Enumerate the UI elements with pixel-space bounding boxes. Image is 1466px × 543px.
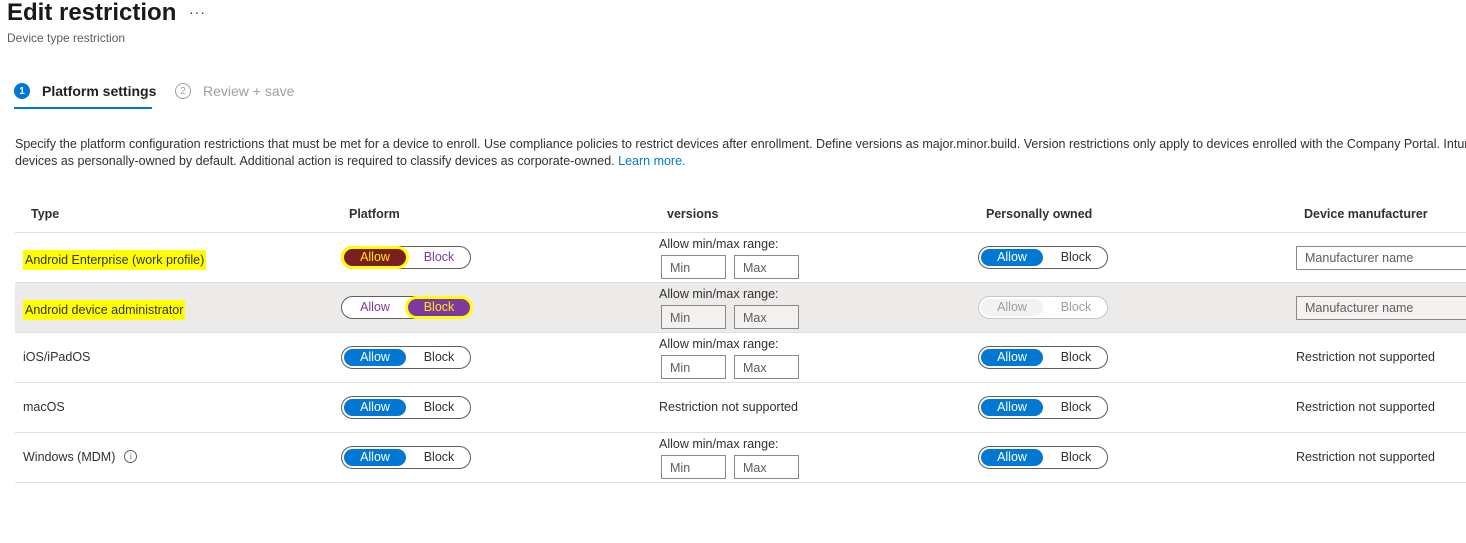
min-version-input[interactable]: Min xyxy=(661,355,726,379)
manufacturer-not-supported: Restriction not supported xyxy=(1296,450,1435,464)
platform-allow-option[interactable]: Allow xyxy=(344,449,406,466)
header-personally-owned: Personally owned xyxy=(986,207,1093,221)
table-row-ios: iOS/iPadOS Allow Block Allow min/max ran… xyxy=(15,333,1466,383)
header-device-manufacturer: Device manufacturer xyxy=(1304,207,1428,221)
step-platform-settings[interactable]: 1 Platform settings xyxy=(14,83,156,99)
active-step-underline xyxy=(14,107,152,109)
description-line-2-text: devices as personally-owned by default. … xyxy=(15,154,615,168)
version-range-label: Allow min/max range: xyxy=(659,437,779,451)
personally-owned-block-option[interactable]: Block xyxy=(1045,449,1107,466)
version-range-label: Allow min/max range: xyxy=(659,237,779,251)
header-type: Type xyxy=(31,207,60,221)
header-platform: Platform xyxy=(349,207,400,221)
learn-more-link[interactable]: Learn more. xyxy=(618,154,685,168)
personally-owned-allow-option[interactable]: Allow xyxy=(981,249,1043,266)
max-version-input[interactable]: Max xyxy=(734,455,799,479)
personally-owned-toggle[interactable]: Allow Block xyxy=(978,346,1108,369)
platform-toggle[interactable]: Allow Block xyxy=(341,296,471,319)
personally-owned-toggle: Allow Block xyxy=(978,296,1108,319)
info-icon[interactable]: i xyxy=(124,450,138,464)
step-label: Platform settings xyxy=(42,83,157,99)
header-versions: versions xyxy=(667,207,719,221)
personally-owned-allow-option[interactable]: Allow xyxy=(981,399,1043,416)
personally-owned-allow-option[interactable]: Allow xyxy=(981,449,1043,466)
platform-allow-option[interactable]: Allow xyxy=(344,299,406,316)
personally-owned-block-option: Block xyxy=(1045,299,1107,316)
type-label: Android device administrator xyxy=(23,300,186,320)
type-label: Windows (MDM) xyxy=(23,450,116,464)
type-label-container: Windows (MDM) i xyxy=(23,450,138,464)
table-row-android-device-admin: Android device administrator Allow Block… xyxy=(15,283,1466,333)
type-label: iOS/iPadOS xyxy=(23,350,91,364)
type-label: macOS xyxy=(23,400,65,414)
page-title: Edit restriction xyxy=(7,0,177,26)
step-review-save[interactable]: 2 Review + save xyxy=(175,83,294,99)
platform-block-option[interactable]: Block xyxy=(408,299,470,316)
max-version-input[interactable]: Max xyxy=(734,355,799,379)
platform-allow-option[interactable]: Allow xyxy=(344,349,406,366)
version-range-label: Allow min/max range: xyxy=(659,337,779,351)
manufacturer-not-supported: Restriction not supported xyxy=(1296,400,1435,414)
platform-block-option[interactable]: Block xyxy=(408,449,470,466)
platform-block-option[interactable]: Block xyxy=(408,349,470,366)
manufacturer-input[interactable]: Manufacturer name xyxy=(1296,296,1466,320)
description-line-1: Specify the platform configuration restr… xyxy=(15,137,1466,151)
platform-block-option[interactable]: Block xyxy=(408,249,470,266)
platform-allow-option[interactable]: Allow xyxy=(344,249,406,266)
manufacturer-not-supported: Restriction not supported xyxy=(1296,350,1435,364)
type-label: Android Enterprise (work profile) xyxy=(23,250,207,270)
platform-toggle[interactable]: Allow Block xyxy=(341,346,471,369)
personally-owned-allow-option: Allow xyxy=(981,299,1043,316)
platform-toggle[interactable]: Allow Block xyxy=(341,246,471,269)
personally-owned-block-option[interactable]: Block xyxy=(1045,249,1107,266)
table-row-windows: Windows (MDM) i Allow Block Allow min/max… xyxy=(15,433,1466,483)
platform-block-option[interactable]: Block xyxy=(408,399,470,416)
personally-owned-toggle[interactable]: Allow Block xyxy=(978,246,1108,269)
personally-owned-toggle[interactable]: Allow Block xyxy=(978,446,1108,469)
description-line-2: devices as personally-owned by default. … xyxy=(15,153,1466,170)
max-version-input[interactable]: Max xyxy=(734,305,799,329)
table-row-android-enterprise: Android Enterprise (work profile) Allow … xyxy=(15,233,1466,283)
step-label: Review + save xyxy=(203,83,295,99)
min-version-input[interactable]: Min xyxy=(661,455,726,479)
max-version-input[interactable]: Max xyxy=(734,255,799,279)
min-version-input[interactable]: Min xyxy=(661,305,726,329)
more-options-icon[interactable]: ··· xyxy=(189,4,206,20)
platform-toggle[interactable]: Allow Block xyxy=(341,396,471,419)
description-text: Specify the platform configuration restr… xyxy=(15,136,1466,170)
table-header: Type Platform versions Personally owned … xyxy=(15,195,1466,233)
personally-owned-toggle[interactable]: Allow Block xyxy=(978,396,1108,419)
platform-allow-option[interactable]: Allow xyxy=(344,399,406,416)
personally-owned-allow-option[interactable]: Allow xyxy=(981,349,1043,366)
manufacturer-input[interactable]: Manufacturer name xyxy=(1296,246,1466,270)
personally-owned-block-option[interactable]: Block xyxy=(1045,349,1107,366)
min-version-input[interactable]: Min xyxy=(661,255,726,279)
step-number-2: 2 xyxy=(175,83,191,99)
personally-owned-block-option[interactable]: Block xyxy=(1045,399,1107,416)
platform-toggle[interactable]: Allow Block xyxy=(341,446,471,469)
table-row-macos: macOS Allow Block Restriction not suppor… xyxy=(15,383,1466,433)
step-number-1: 1 xyxy=(14,83,30,99)
versions-not-supported: Restriction not supported xyxy=(659,400,798,414)
page-subtitle: Device type restriction xyxy=(7,31,126,45)
version-range-label: Allow min/max range: xyxy=(659,287,779,301)
restrictions-table: Type Platform versions Personally owned … xyxy=(15,195,1466,483)
